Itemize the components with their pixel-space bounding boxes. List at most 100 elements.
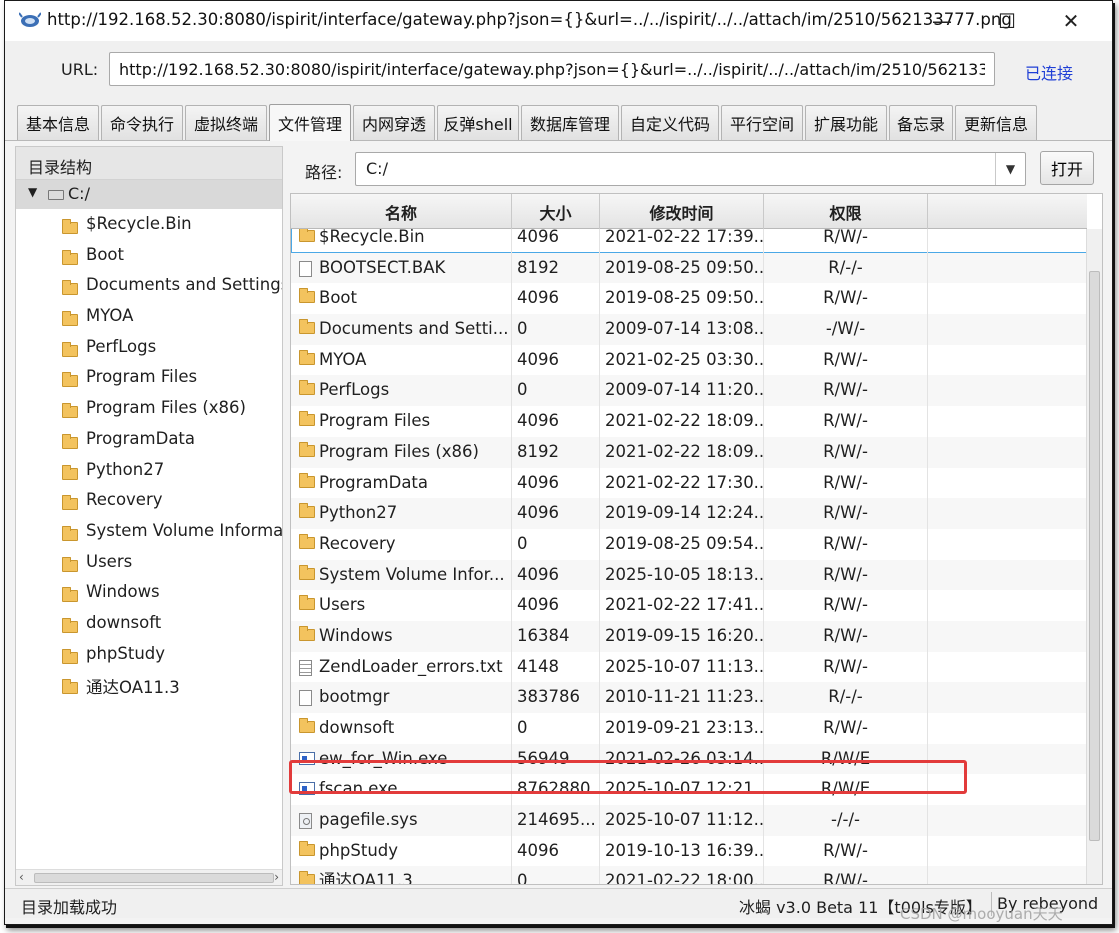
cell-name: MYOA (291, 344, 512, 376)
tree-horizontal-scrollbar[interactable]: ‹ › (16, 869, 282, 885)
tab-file-manager[interactable]: 文件管理 (269, 104, 351, 141)
tab-parallel-space[interactable]: 平行空间 (721, 105, 803, 140)
tree-item[interactable]: Program Files (16, 363, 282, 394)
minimize-button[interactable]: — (917, 1, 967, 41)
cell-name: Python27 (291, 498, 512, 529)
table-row[interactable]: downsoft 0 2019-09-21 23:13... R/W/- (291, 713, 1087, 744)
cell-modified-time: 2021-02-22 18:00... (600, 866, 764, 884)
cell-empty (928, 498, 1087, 529)
dropdown-arrow-icon[interactable]: ▼ (995, 153, 1025, 185)
tree-item[interactable]: Recovery (16, 486, 282, 517)
scroll-right-icon[interactable]: › (274, 870, 279, 884)
exe-icon (299, 751, 315, 765)
folder-icon (299, 288, 315, 304)
drive-icon (48, 190, 64, 200)
table-vertical-scrollbar[interactable] (1086, 229, 1102, 884)
tree-item[interactable]: Documents and Settings (16, 271, 282, 302)
exe-icon (299, 782, 315, 796)
cell-modified-time: 2021-02-22 17:39... (600, 229, 764, 253)
table-row[interactable]: bootmgr 383786 2010-11-21 11:23... R/-/- (291, 682, 1087, 713)
tree-item[interactable]: Users (16, 548, 282, 579)
column-size[interactable]: 大小 (512, 194, 600, 229)
table-row[interactable]: phpStudy 4096 2019-10-13 16:39... R/W/- (291, 835, 1087, 867)
cell-empty (928, 375, 1087, 407)
table-row[interactable]: fscan.exe 8762880 2025-10-07 12:21... R/W/E (291, 774, 1087, 806)
tab-reverse-shell[interactable]: 反弹shell (437, 105, 519, 140)
tab-basic-info[interactable]: 基本信息 (17, 105, 99, 140)
tree-item[interactable]: MYOA (16, 302, 282, 333)
tree-item[interactable]: phpStudy (16, 640, 282, 671)
tab-update-info[interactable]: 更新信息 (955, 105, 1037, 140)
tab-memo[interactable]: 备忘录 (889, 105, 953, 140)
tab-virtual-terminal[interactable]: 虚拟终端 (185, 105, 267, 140)
folder-icon (62, 372, 78, 391)
file-name: Program Files (319, 411, 431, 431)
cell-name: Recovery (291, 528, 512, 560)
folder-icon (299, 503, 315, 519)
table-row[interactable]: Windows 16384 2019-09-15 16:20... R/W/- (291, 620, 1087, 652)
table-row[interactable]: Python27 4096 2019-09-14 12:24... R/W/- (291, 498, 1087, 529)
tree-item[interactable]: Program Files (x86) (16, 394, 282, 425)
open-button[interactable]: 打开 (1040, 151, 1094, 185)
tree-item[interactable]: Boot (16, 241, 282, 272)
tree-item[interactable]: downsoft (16, 609, 282, 640)
tree-item[interactable]: System Volume Informat (16, 517, 282, 548)
tree-item[interactable]: $Recycle.Bin (16, 210, 282, 241)
cell-empty (928, 651, 1087, 683)
tree-item[interactable]: Python27 (16, 456, 282, 487)
path-value[interactable]: C:/ (366, 159, 388, 178)
tab-database-manager[interactable]: 数据库管理 (521, 105, 619, 140)
table-row[interactable]: Users 4096 2021-02-22 17:41... R/W/- (291, 590, 1087, 621)
cell-size: 4096 (512, 406, 600, 437)
table-row[interactable]: MYOA 4096 2021-02-25 03:30... R/W/- (291, 344, 1087, 376)
tab-extensions[interactable]: 扩展功能 (805, 105, 887, 140)
cell-size: 4096 (512, 835, 600, 867)
folder-icon (62, 280, 78, 299)
table-row[interactable]: $Recycle.Bin 4096 2021-02-22 17:39... R/W/- (291, 229, 1087, 253)
tree-item[interactable]: ProgramData (16, 425, 282, 456)
tree-item[interactable]: 通达OA11.3 (16, 670, 282, 701)
column-modified-time[interactable]: 修改时间 (600, 194, 764, 229)
column-permission[interactable]: 权限 (764, 194, 928, 229)
cell-name: Documents and Setti... (291, 314, 512, 345)
table-row[interactable]: Recovery 0 2019-08-25 09:54... R/W/- (291, 528, 1087, 560)
table-row[interactable]: BOOTSECT.BAK 8192 2019-08-25 09:50... R/-/- (291, 252, 1087, 284)
table-row[interactable]: Documents and Setti... 0 2009-07-14 13:08.… (291, 314, 1087, 345)
cell-size: 56949 (512, 743, 600, 775)
cell-size: 4096 (512, 590, 600, 621)
tree-root-label: C:/ (68, 184, 90, 203)
expand-arrow-icon[interactable]: ▼ (28, 185, 37, 199)
file-icon (299, 690, 312, 707)
column-name[interactable]: 名称 (291, 194, 512, 229)
table-row[interactable]: ZendLoader_errors.txt 4148 2025-10-07 11:1… (291, 651, 1087, 683)
cell-modified-time: 2019-10-13 16:39... (600, 835, 764, 867)
maximize-button[interactable]: ☐ (982, 1, 1032, 41)
tree-item[interactable]: PerfLogs (16, 333, 282, 364)
scroll-thumb[interactable] (34, 873, 274, 883)
table-row[interactable]: Program Files (x86) 8192 2021-02-22 18:09.… (291, 436, 1087, 468)
scroll-thumb[interactable] (1089, 271, 1100, 841)
table-row[interactable]: Boot 4096 2019-08-25 09:50... R/W/- (291, 283, 1087, 315)
table-row[interactable]: ProgramData 4096 2021-02-22 17:30... R/W/- (291, 467, 1087, 499)
table-row[interactable]: System Volume Infor... 4096 2025-10-05 18:… (291, 559, 1087, 591)
tab-custom-code[interactable]: 自定义代码 (621, 105, 719, 140)
tab-intranet-tunnel[interactable]: 内网穿透 (353, 105, 435, 140)
tab-command-exec[interactable]: 命令执行 (101, 105, 183, 140)
scroll-left-icon[interactable]: ‹ (19, 870, 24, 884)
tree-root-item[interactable]: ▼ C:/ (16, 180, 282, 209)
tree-item[interactable]: Windows (16, 578, 282, 609)
table-row[interactable]: Program Files 4096 2021-02-22 18:09... R/W/… (291, 406, 1087, 437)
table-row[interactable]: pagefile.sys 214695... 2025-10-07 11:12...… (291, 805, 1087, 836)
table-row[interactable]: 通达OA11.3 0 2021-02-22 18:00... R/W/- (291, 866, 1087, 884)
cell-size: 4148 (512, 651, 600, 683)
column-empty (928, 194, 1087, 229)
cell-empty (928, 835, 1087, 867)
close-button[interactable]: ✕ (1046, 1, 1096, 41)
cell-permission: R/W/- (764, 406, 928, 437)
table-row[interactable]: ew_for_Win.exe 56949 2021-02-26 03:14... R/… (291, 743, 1087, 775)
file-name: MYOA (319, 349, 367, 369)
tab-bar: 基本信息 命令执行 虚拟终端 文件管理 内网穿透 反弹shell 数据库管理 自… (5, 99, 1112, 141)
table-row[interactable]: PerfLogs 0 2009-07-14 11:20... R/W/- (291, 375, 1087, 407)
path-combobox[interactable]: C:/ ▼ (355, 152, 1026, 186)
url-input[interactable] (109, 52, 995, 86)
